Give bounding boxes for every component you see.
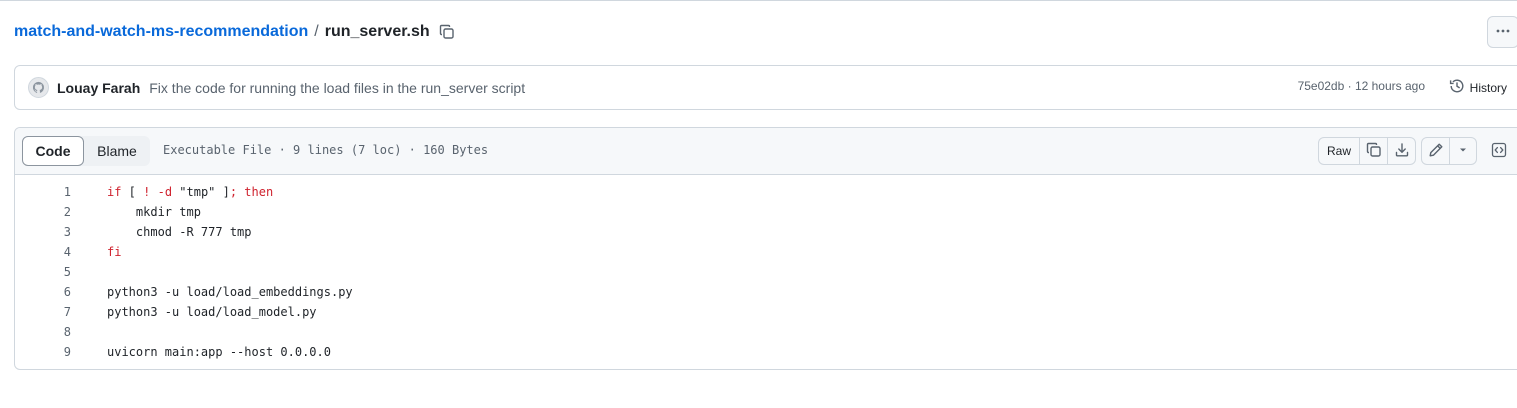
history-button[interactable]: History [1449, 78, 1507, 97]
code-line: 5 [15, 262, 1517, 282]
view-mode-toggle: Code Blame [22, 136, 150, 166]
kebab-horizontal-icon [1495, 23, 1511, 42]
download-icon [1394, 142, 1410, 161]
code-line: 9 uvicorn main:app --host 0.0.0.0 [15, 342, 1517, 362]
avatar[interactable] [28, 77, 49, 98]
line-number[interactable]: 1 [15, 185, 71, 199]
raw-button[interactable]: Raw [1319, 138, 1359, 164]
line-content: fi [107, 245, 121, 259]
file-name: run_server.sh [324, 23, 430, 40]
line-content: chmod -R 777 tmp [107, 225, 252, 239]
triangle-down-icon [1457, 144, 1469, 159]
code-area[interactable]: 1 if [ ! -d "tmp" ]; then 2 mkdir tmp 3 chm… [15, 175, 1517, 362]
code-line: 8 [15, 322, 1517, 342]
file-info: Executable File · 9 lines (7 loc) · 160 … [163, 143, 489, 157]
code-keyword: fi [107, 245, 122, 259]
download-raw-button[interactable] [1387, 138, 1415, 164]
breadcrumb: match-and-watch-ms-recommendation / run_… [14, 20, 456, 44]
pencil-icon [1428, 142, 1444, 161]
code-square-icon [1491, 142, 1507, 161]
file-header: Code Blame Executable File · 9 lines (7 … [15, 128, 1517, 175]
line-number[interactable]: 3 [15, 225, 71, 239]
code-text: python3 -u load/load_model.py [107, 305, 317, 319]
commit-author[interactable]: Louay Farah [57, 80, 140, 96]
code-line: 4 fi [15, 242, 1517, 262]
code-keyword: if [107, 185, 122, 199]
line-number[interactable]: 4 [15, 245, 71, 259]
tab-blame[interactable]: Blame [84, 136, 150, 166]
code-text: uvicorn main:app --host 0.0.0.0 [107, 345, 331, 359]
code-line: 3 chmod -R 777 tmp [15, 222, 1517, 242]
code-text: python3 -u load/load_embeddings.py [107, 285, 353, 299]
history-label: History [1469, 80, 1507, 95]
edit-actions-group [1421, 137, 1477, 165]
symbols-panel-button[interactable] [1485, 137, 1513, 165]
line-number[interactable]: 2 [15, 205, 71, 219]
code-line: 2 mkdir tmp [15, 202, 1517, 222]
commit-message[interactable]: Fix the code for running the load files … [149, 80, 525, 96]
file-viewer: Code Blame Executable File · 9 lines (7 … [14, 127, 1517, 370]
more-options-button[interactable] [1487, 16, 1517, 48]
line-content: python3 -u load/load_embeddings.py [107, 285, 353, 299]
repo-link[interactable]: match-and-watch-ms-recommendation [14, 23, 308, 41]
edit-file-button[interactable] [1422, 138, 1449, 164]
history-icon [1449, 78, 1470, 97]
line-content: if [ ! -d "tmp" ]; then [107, 185, 273, 199]
code-text: [ [121, 185, 144, 199]
raw-actions-group: Raw [1318, 137, 1416, 165]
top-divider [0, 0, 1517, 1]
line-content: uvicorn main:app --host 0.0.0.0 [107, 345, 331, 359]
code-text: "tmp" ] [172, 185, 230, 199]
commit-meta[interactable]: 75e02db · 12 hours ago [1298, 79, 1425, 93]
code-line: 1 if [ ! -d "tmp" ]; then [15, 182, 1517, 202]
line-number[interactable]: 6 [15, 285, 71, 299]
line-content: mkdir tmp [107, 205, 201, 219]
breadcrumb-separator: / [314, 23, 319, 40]
line-content: python3 -u load/load_model.py [107, 305, 317, 319]
code-line: 7 python3 -u load/load_model.py [15, 302, 1517, 322]
copy-raw-button[interactable] [1359, 138, 1387, 164]
copy-icon [1366, 142, 1382, 161]
code-keyword: ; then [229, 185, 274, 199]
line-number[interactable]: 8 [15, 325, 71, 339]
code-text: mkdir tmp [107, 205, 201, 219]
latest-commit-bar: Louay Farah Fix the code for running the… [14, 65, 1517, 110]
line-number[interactable]: 7 [15, 305, 71, 319]
line-number[interactable]: 5 [15, 265, 71, 279]
code-text: chmod -R 777 tmp [107, 225, 252, 239]
code-keyword: -d [157, 185, 173, 199]
edit-options-dropdown[interactable] [1449, 138, 1476, 164]
copy-icon[interactable] [438, 23, 456, 41]
code-line: 6 python3 -u load/load_embeddings.py [15, 282, 1517, 302]
line-number[interactable]: 9 [15, 345, 71, 359]
tab-code[interactable]: Code [22, 136, 84, 166]
